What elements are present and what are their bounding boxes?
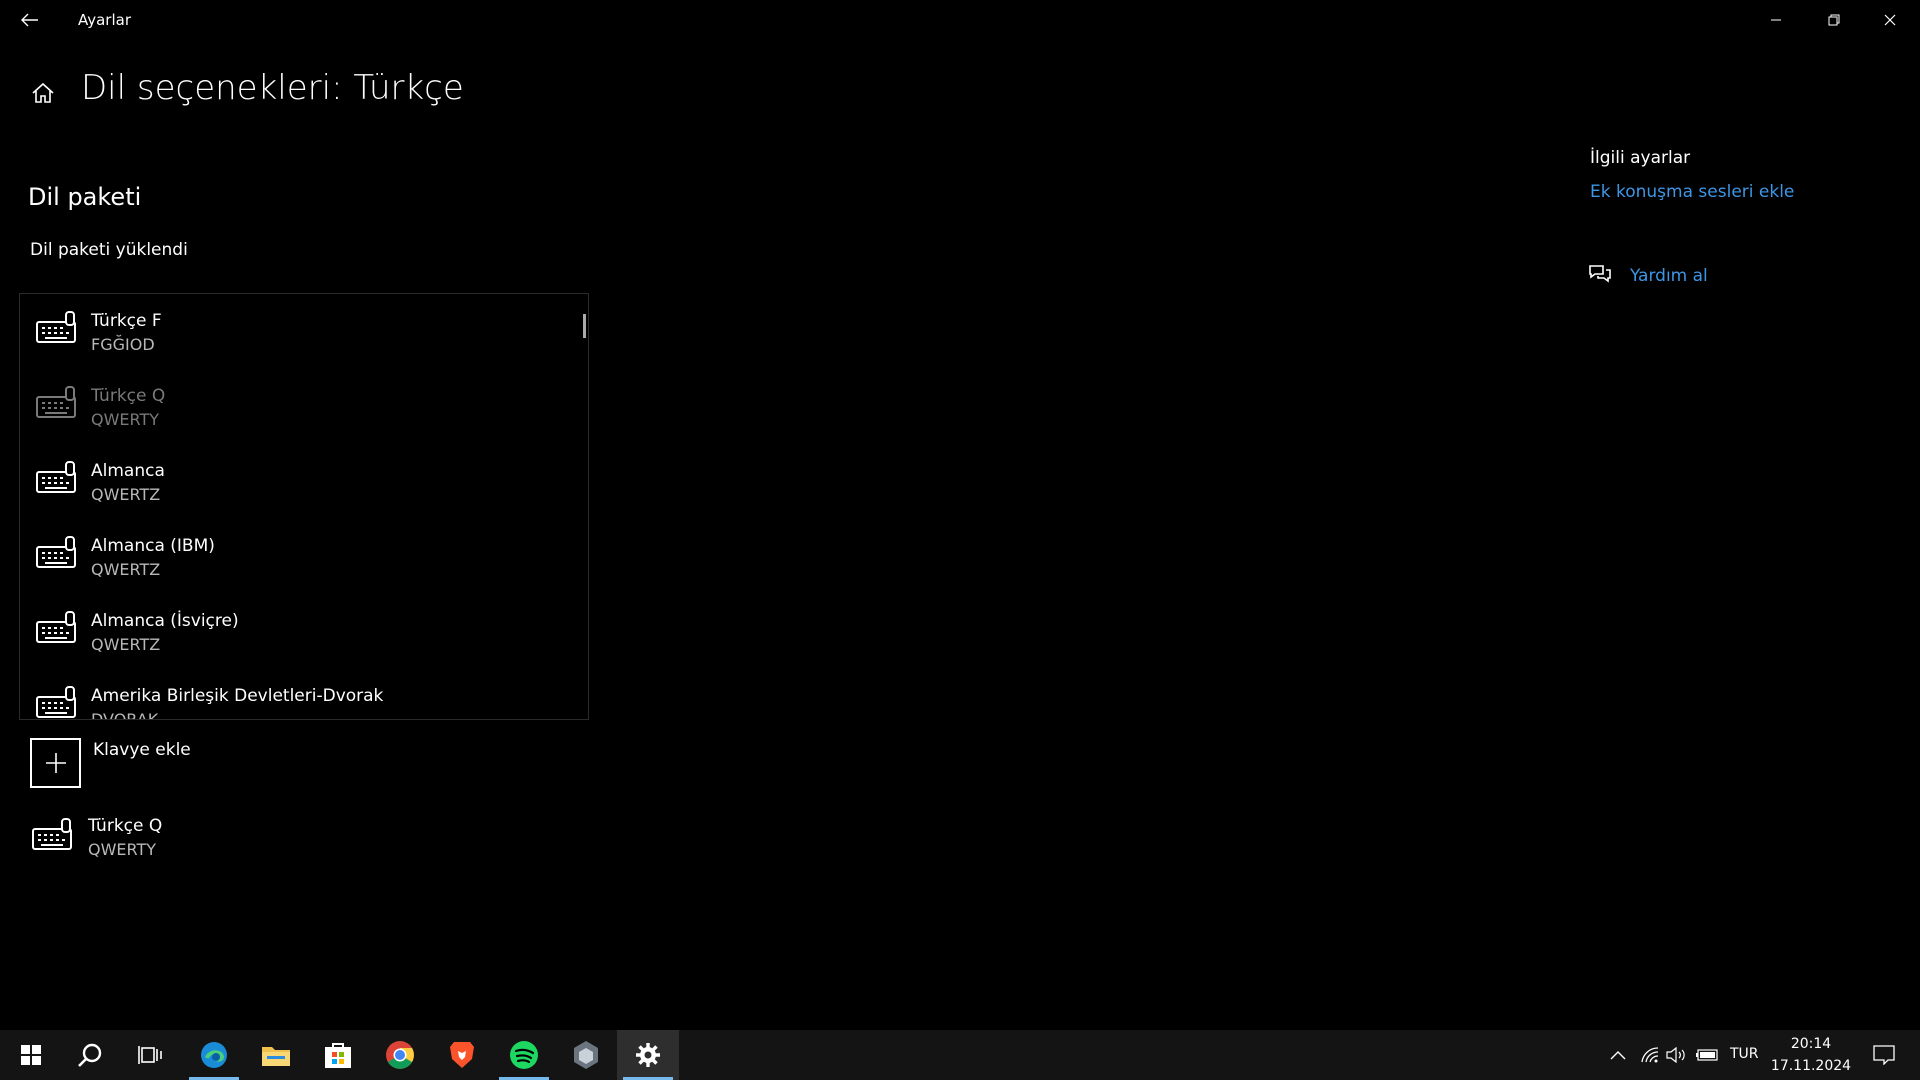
store-button[interactable] — [307, 1030, 369, 1080]
keyboard-name: Türkçe F — [91, 311, 162, 331]
show-hidden-icons-button[interactable] — [1604, 1030, 1632, 1080]
store-icon — [325, 1043, 351, 1068]
help-chat-icon — [1589, 265, 1611, 283]
keyboard-layout: FGĞIOD — [91, 335, 155, 354]
keyboard-name: Türkçe Q — [88, 816, 163, 836]
input-language-indicator[interactable]: TUR — [1730, 1046, 1759, 1062]
keyboard-item-almanca-isvicre[interactable]: Almanca (İsviçre) QWERTZ — [20, 594, 560, 669]
search-icon — [78, 1043, 102, 1067]
add-keyboard-button[interactable]: Klavye ekle — [30, 738, 330, 790]
start-button[interactable] — [0, 1030, 62, 1080]
task-view-button[interactable] — [119, 1030, 181, 1080]
chrome-button[interactable] — [369, 1030, 431, 1080]
start-icon — [21, 1045, 41, 1065]
notification-icon — [1873, 1045, 1895, 1065]
back-button[interactable] — [8, 2, 52, 38]
close-button[interactable] — [1862, 0, 1918, 40]
keyboard-layout: QWERTZ — [91, 635, 161, 654]
brave-icon — [450, 1042, 474, 1068]
keyboard-layout: QWERTY — [91, 410, 160, 429]
minimize-icon — [1771, 19, 1781, 21]
spotify-button[interactable] — [493, 1030, 555, 1080]
restore-button[interactable] — [1806, 0, 1862, 40]
volume-button[interactable] — [1662, 1030, 1690, 1080]
keyboard-icon — [32, 818, 72, 850]
app-button[interactable] — [555, 1030, 617, 1080]
minimize-button[interactable] — [1748, 0, 1804, 40]
keyboard-item-almanca-ibm[interactable]: Almanca (IBM) QWERTZ — [20, 519, 560, 594]
chevron-up-icon — [1610, 1051, 1626, 1060]
home-button[interactable] — [28, 78, 58, 108]
keyboard-item-turkce-f[interactable]: Türkçe F FGĞIOD — [20, 294, 560, 369]
keyboard-icon — [36, 461, 76, 493]
spotify-icon — [510, 1041, 538, 1069]
keyboard-icon — [36, 686, 76, 718]
edge-button[interactable] — [183, 1030, 245, 1080]
restore-icon — [1828, 14, 1840, 26]
add-keyboard-box — [30, 738, 81, 788]
language-pack-status: Dil paketi yüklendi — [30, 240, 188, 260]
edge-icon — [201, 1042, 227, 1068]
keyboard-layout: QWERTZ — [91, 485, 161, 504]
close-icon — [1884, 14, 1896, 26]
taskbar: TUR 20:14 17.11.2024 — [0, 1030, 1920, 1080]
app-icon — [574, 1041, 598, 1069]
title-bar: Ayarlar — [0, 0, 1920, 40]
get-help-link[interactable]: Yardım al — [1630, 266, 1708, 286]
clock-time[interactable]: 20:14 — [1778, 1036, 1844, 1052]
section-title: Dil paketi — [28, 183, 142, 211]
related-settings-title: İlgili ayarlar — [1590, 148, 1691, 168]
keyboard-name: Amerika Birleşik Devletleri-Dvorak — [91, 686, 384, 706]
keyboard-layout: QWERTZ — [91, 560, 161, 579]
keyboard-item-dvorak[interactable]: Amerika Birleşik Devletleri-Dvorak DVORA… — [20, 669, 560, 720]
keyboard-icon — [36, 386, 76, 418]
keyboard-icon — [36, 536, 76, 568]
keyboard-layout: QWERTY — [88, 840, 157, 859]
file-explorer-icon — [262, 1047, 290, 1066]
search-button[interactable] — [59, 1030, 121, 1080]
add-speech-voices-link[interactable]: Ek konuşma sesleri ekle — [1590, 182, 1794, 202]
keyboard-layout: DVORAK — [91, 710, 159, 720]
settings-icon — [636, 1043, 660, 1067]
task-view-icon — [138, 1046, 162, 1064]
battery-icon — [1696, 1049, 1718, 1061]
volume-icon — [1666, 1047, 1685, 1063]
keyboard-icon — [36, 311, 76, 343]
keyboard-item-turkce-q[interactable]: Türkçe Q QWERTY — [20, 369, 560, 444]
settings-button[interactable] — [617, 1030, 679, 1080]
battery-button[interactable] — [1692, 1030, 1722, 1080]
keyboard-icon — [36, 611, 76, 643]
page-title: Dil seçenekleri: Türkçe — [81, 68, 464, 108]
back-arrow-icon — [21, 13, 38, 27]
keyboard-item-almanca[interactable]: Almanca QWERTZ — [20, 444, 560, 519]
keyboard-name: Almanca (IBM) — [91, 536, 215, 556]
network-button[interactable] — [1636, 1030, 1664, 1080]
wifi-icon — [1641, 1047, 1659, 1063]
plus-icon — [45, 753, 66, 773]
keyboard-name: Türkçe Q — [91, 386, 166, 406]
list-scrollbar[interactable] — [583, 314, 586, 338]
keyboard-list[interactable]: Türkçe F FGĞIOD Türkçe Q QWERTY Almanca … — [19, 293, 589, 720]
chrome-icon — [386, 1041, 414, 1069]
notifications-button[interactable] — [1864, 1030, 1904, 1080]
file-explorer-button[interactable] — [245, 1030, 307, 1080]
clock-date[interactable]: 17.11.2024 — [1770, 1058, 1852, 1074]
home-icon — [32, 82, 54, 103]
brave-button[interactable] — [431, 1030, 493, 1080]
installed-keyboard-item[interactable]: Türkçe Q QWERTY — [30, 810, 330, 870]
keyboard-name: Almanca (İsviçre) — [91, 611, 239, 631]
add-keyboard-label: Klavye ekle — [93, 740, 191, 760]
window-title: Ayarlar — [78, 11, 132, 29]
keyboard-name: Almanca — [91, 461, 165, 481]
